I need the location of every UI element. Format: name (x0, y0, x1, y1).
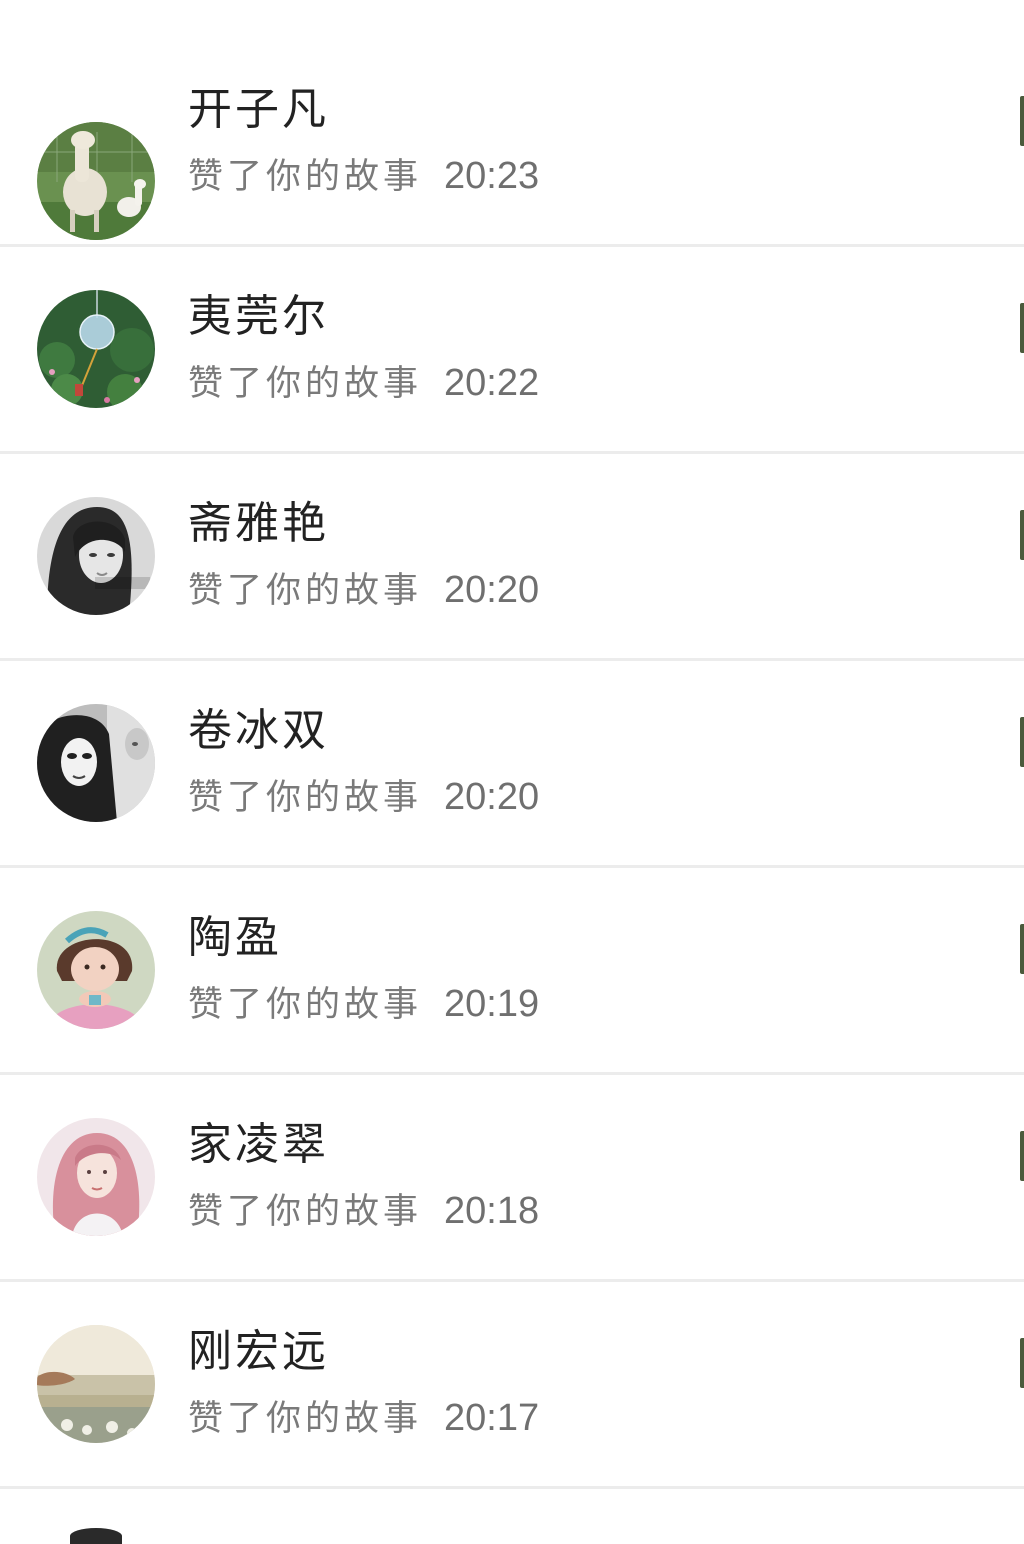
activity-line: 赞了你的故事 20:22 (188, 361, 539, 406)
next-row-avatar-partial[interactable] (70, 1528, 122, 1544)
action-text: 赞了你的故事 (188, 1192, 423, 1232)
action-text: 赞了你的故事 (188, 364, 423, 404)
pink-hair-portrait-avatar[interactable] (37, 1118, 155, 1236)
timestamp: 20:18 (444, 1190, 540, 1232)
notification-row[interactable]: 陶盈 赞了你的故事 20:19 (0, 868, 1024, 1075)
story-thumbnail-edge[interactable] (1020, 96, 1024, 146)
likes-notification-list: 开子凡 赞了你的故事 20:23 夷莞尔 赞了你的故事 20:22 斋雅艳 赞了… (0, 0, 1024, 1544)
action-text: 赞了你的故事 (188, 778, 423, 818)
action-text: 赞了你的故事 (188, 985, 423, 1025)
activity-line: 赞了你的故事 20:23 (188, 154, 539, 199)
activity-line: 赞了你的故事 20:19 (188, 982, 539, 1027)
alpaca-photo-avatar[interactable] (37, 122, 155, 240)
timestamp: 20:17 (444, 1397, 540, 1439)
mask-portrait-avatar[interactable] (37, 704, 155, 822)
notification-row[interactable]: 开子凡 赞了你的故事 20:23 (0, 40, 1024, 247)
action-text: 赞了你的故事 (188, 1399, 423, 1439)
user-name[interactable]: 夷莞尔 (188, 291, 329, 343)
story-thumbnail-edge[interactable] (1020, 510, 1024, 560)
woman-portrait-avatar[interactable] (37, 497, 155, 615)
activity-line: 赞了你的故事 20:18 (188, 1189, 539, 1234)
timestamp: 20:20 (444, 776, 540, 818)
story-thumbnail-edge[interactable] (1020, 1131, 1024, 1181)
story-thumbnail-edge[interactable] (1020, 303, 1024, 353)
child-photo-avatar[interactable] (37, 911, 155, 1029)
user-name[interactable]: 开子凡 (188, 84, 329, 136)
timestamp: 20:19 (444, 983, 540, 1025)
notification-row[interactable]: 斋雅艳 赞了你的故事 20:20 (0, 454, 1024, 661)
notification-row[interactable]: 家凌翠 赞了你的故事 20:18 (0, 1075, 1024, 1282)
activity-line: 赞了你的故事 20:20 (188, 568, 539, 613)
wind-chime-photo-avatar[interactable] (37, 290, 155, 408)
action-text: 赞了你的故事 (188, 571, 423, 611)
notification-row[interactable]: 夷莞尔 赞了你的故事 20:22 (0, 247, 1024, 454)
notification-row[interactable]: 刚宏远 赞了你的故事 20:17 (0, 1282, 1024, 1489)
activity-line: 赞了你的故事 20:20 (188, 775, 539, 820)
timestamp: 20:22 (444, 362, 540, 404)
timestamp: 20:20 (444, 569, 540, 611)
activity-line: 赞了你的故事 20:17 (188, 1396, 539, 1441)
story-thumbnail-edge[interactable] (1020, 1338, 1024, 1388)
story-thumbnail-edge[interactable] (1020, 924, 1024, 974)
sea-landscape-avatar[interactable] (37, 1325, 155, 1443)
story-thumbnail-edge[interactable] (1020, 717, 1024, 767)
user-name[interactable]: 斋雅艳 (188, 498, 329, 550)
user-name[interactable]: 家凌翠 (188, 1119, 329, 1171)
user-name[interactable]: 陶盈 (188, 912, 282, 964)
action-text: 赞了你的故事 (188, 157, 423, 197)
notification-row[interactable]: 卷冰双 赞了你的故事 20:20 (0, 661, 1024, 868)
timestamp: 20:23 (444, 155, 540, 197)
user-name[interactable]: 刚宏远 (188, 1326, 329, 1378)
user-name[interactable]: 卷冰双 (188, 705, 329, 757)
